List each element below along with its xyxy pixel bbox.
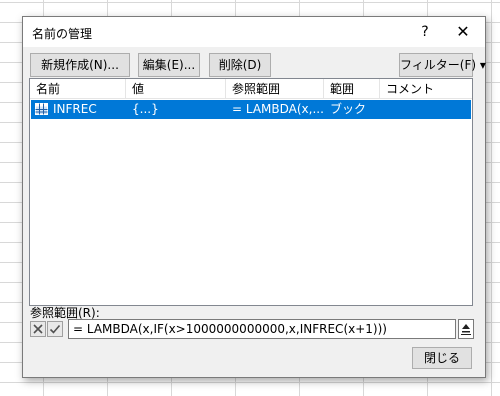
collapse-up-icon[interactable] [458,319,474,339]
delete-name-button[interactable]: 削除(D) [209,53,271,77]
cell-name: INFREC [53,102,97,116]
edit-name-button[interactable]: 編集(E)... [138,53,200,77]
close-button[interactable]: 閉じる [412,347,472,369]
close-window-button[interactable]: ✕ [443,17,483,47]
column-header-name[interactable]: 名前 [30,79,126,99]
column-header-comment[interactable]: コメント [380,79,472,99]
check-icon[interactable] [47,321,63,337]
filter-dropdown-button[interactable]: フィルター(F) ▾ [399,53,486,77]
cell-scope: ブック [330,102,367,116]
cell-comment [380,100,470,119]
column-header-value[interactable]: 値 [126,79,226,99]
name-manager-dialog: 名前の管理 ? ✕ 新規作成(N)... 編集(E)... 削除(D) フィルタ… [22,16,486,378]
names-list[interactable]: 名前 値 参照範囲 範囲 コメント INFREC {...} = LAMBDA(… [29,78,473,306]
column-header-scope[interactable]: 範囲 [324,79,380,99]
title-bar[interactable]: 名前の管理 ? ✕ [23,17,485,47]
new-name-button[interactable]: 新規作成(N)... [30,53,130,77]
list-header: 名前 値 参照範囲 範囲 コメント [30,79,472,99]
dialog-title: 名前の管理 [32,27,93,41]
list-item[interactable]: INFREC {...} = LAMBDA(x,... ブック [31,100,471,119]
cell-value: {...} [132,102,159,116]
help-button[interactable]: ? [405,17,445,47]
refers-to-input[interactable]: = LAMBDA(x,IF(x>1000000000000,x,INFREC(x… [68,319,456,339]
cell-refers-to: = LAMBDA(x,... [232,102,324,116]
cross-icon[interactable] [30,321,46,337]
column-header-refers-to[interactable]: 参照範囲 [226,79,324,99]
